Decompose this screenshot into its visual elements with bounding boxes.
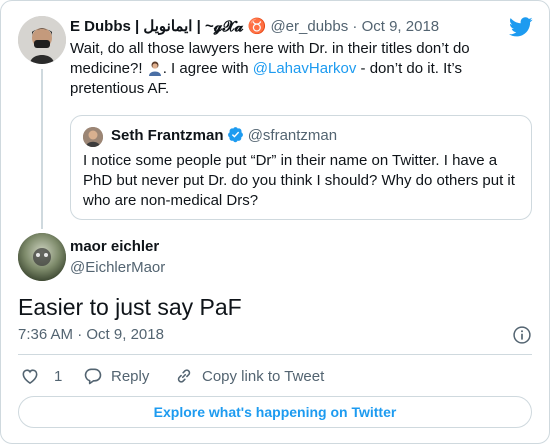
- handle[interactable]: @EichlerMaor: [70, 259, 165, 277]
- display-name[interactable]: maor eichler: [70, 238, 159, 256]
- reply-label: Reply: [111, 367, 150, 385]
- like-button[interactable]: 1: [20, 365, 62, 387]
- like-count: 1: [54, 367, 63, 385]
- reply-button[interactable]: Reply: [83, 365, 149, 387]
- mention-link[interactable]: @LahavHarkov: [253, 60, 357, 77]
- quoted-display-name: Seth Frantzman: [111, 127, 224, 144]
- tweet-time: 7:36 AM: [18, 326, 74, 343]
- avatar[interactable]: [18, 16, 66, 64]
- main-tweet-text: Easier to just say PaF: [18, 294, 242, 320]
- person-emoji-icon: [148, 61, 161, 76]
- outer-tweet-header: E Dubbs | ایمانویل | ~𝓰𝓧𝓪 ♉ @er_dubbs · …: [70, 18, 439, 36]
- explore-button[interactable]: Explore what's happening on Twitter: [18, 396, 532, 428]
- copy-link-button[interactable]: Copy link to Tweet: [174, 365, 324, 387]
- link-icon: [177, 369, 191, 383]
- tweet-date: Oct 9, 2018: [86, 326, 164, 343]
- quoted-header: Seth Frantzman @sfrantzman: [111, 126, 337, 146]
- twitter-bird-icon[interactable]: [509, 15, 533, 39]
- tweet-card: E Dubbs | ایمانویل | ~𝓰𝓧𝓪 ♉ @er_dubbs · …: [0, 0, 550, 444]
- handle[interactable]: @er_dubbs: [270, 18, 348, 35]
- verified-badge-icon: [227, 127, 243, 143]
- quoted-handle: @sfrantzman: [247, 127, 338, 144]
- tweet-text-part: . I agree with: [162, 60, 253, 77]
- outer-tweet-text: Wait, do all those lawyers here with Dr.…: [70, 39, 510, 99]
- copy-link-label: Copy link to Tweet: [202, 367, 325, 385]
- reply-icon: [84, 368, 102, 385]
- quoted-avatar: [83, 127, 103, 147]
- separator: ·: [77, 326, 83, 343]
- divider: [18, 354, 532, 355]
- quoted-text: I notice some people put “Dr” in their n…: [83, 152, 515, 209]
- tweet-timestamp[interactable]: 7:36 AM · Oct 9, 2018: [18, 325, 164, 345]
- display-name[interactable]: E Dubbs | ایمانویل | ~𝓰𝓧𝓪 ♉: [70, 18, 266, 35]
- thread-line: [41, 69, 43, 229]
- info-icon[interactable]: [512, 325, 532, 345]
- separator: ·: [352, 18, 358, 35]
- quoted-tweet[interactable]: Seth Frantzman @sfrantzman I notice some…: [70, 115, 532, 220]
- tweet-date[interactable]: Oct 9, 2018: [362, 18, 440, 35]
- avatar[interactable]: [18, 233, 66, 281]
- heart-icon: [22, 369, 38, 385]
